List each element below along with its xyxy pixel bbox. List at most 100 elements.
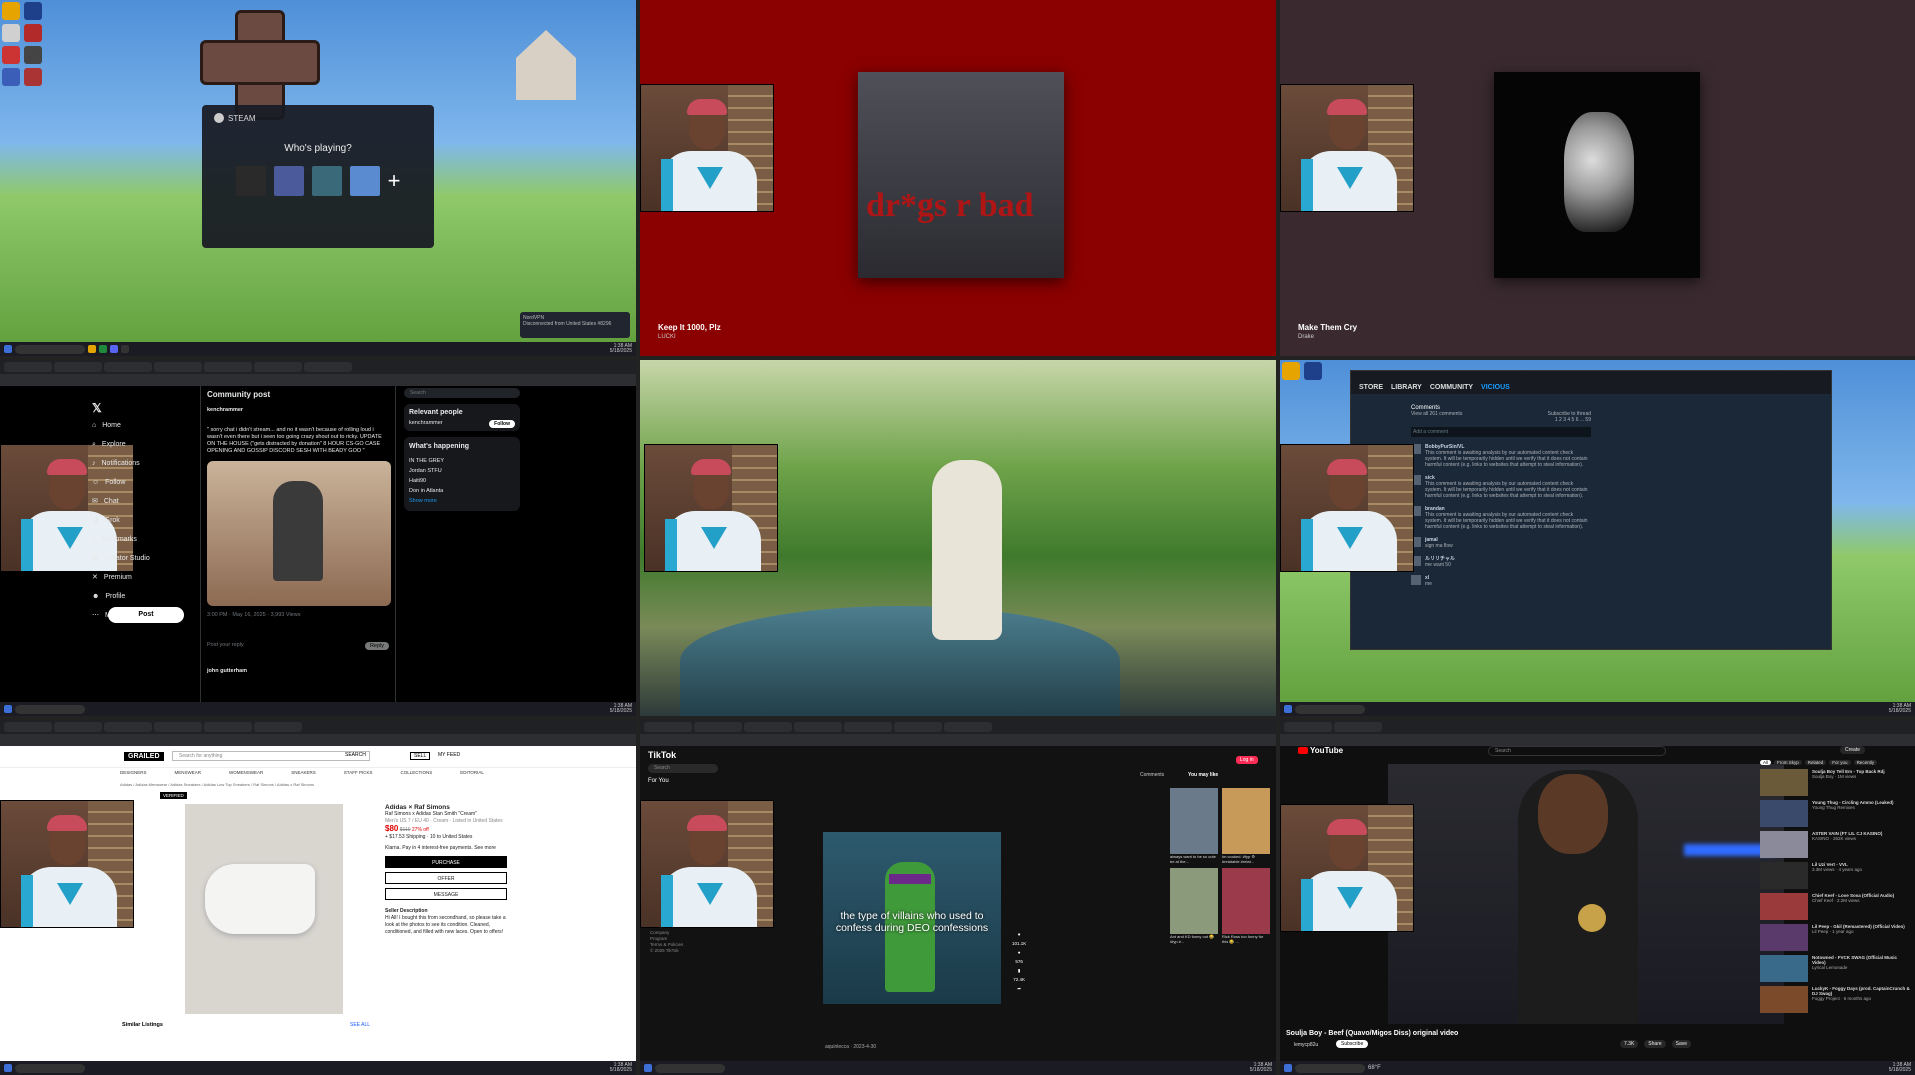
nav-notifications[interactable]: ♪ Notifications bbox=[92, 454, 162, 473]
tiktok-search-input[interactable]: Search bbox=[648, 764, 718, 773]
start-icon[interactable] bbox=[4, 705, 12, 713]
browser-tab[interactable] bbox=[54, 362, 102, 372]
app-icon[interactable] bbox=[99, 345, 107, 353]
recommended-video[interactable]: ASTER VAIN (FT LIL CJ KASINO) KASINO · 26… bbox=[1760, 831, 1910, 858]
for-you-link[interactable]: For You bbox=[648, 778, 669, 784]
video-player[interactable] bbox=[1388, 764, 1784, 1024]
taskbar-search[interactable] bbox=[1295, 1063, 1365, 1073]
recommended-video[interactable]: Soulja Boy Tell Em - Top Back Rdj Soulja … bbox=[1760, 769, 1910, 796]
steam-account-avatar[interactable] bbox=[311, 166, 342, 196]
browser-tab[interactable] bbox=[794, 722, 842, 732]
chip[interactable]: All bbox=[1760, 760, 1772, 765]
vpn-notification[interactable]: NordVPN Disconnected from United States … bbox=[520, 312, 630, 338]
nav-home[interactable]: ⌂ Home bbox=[92, 416, 162, 435]
address-bar[interactable] bbox=[640, 734, 1276, 746]
tab-you-may-like[interactable]: You may like bbox=[1188, 772, 1218, 778]
desktop-shortcut-icon[interactable] bbox=[2, 24, 20, 42]
browser-tab[interactable] bbox=[154, 362, 202, 372]
grailed-logo[interactable]: GRAILED bbox=[124, 752, 164, 761]
chip[interactable]: Recently bbox=[1853, 760, 1878, 765]
listing-photo[interactable] bbox=[185, 804, 343, 1014]
share-icon[interactable]: ➦ bbox=[1012, 984, 1026, 993]
avatar[interactable] bbox=[1411, 575, 1421, 585]
recommended-video[interactable]: Young Thug - Circling Ammo (Leaked) Young… bbox=[1760, 800, 1910, 827]
browser-tab[interactable] bbox=[944, 722, 992, 732]
create-button[interactable]: Create bbox=[1840, 746, 1866, 754]
post-reply-box[interactable]: Post your reply Reply bbox=[207, 642, 389, 650]
browser-tab[interactable] bbox=[4, 362, 52, 372]
channel-name[interactable]: lemycp82u bbox=[1294, 1042, 1318, 1048]
recommended-video[interactable]: Ant and KD funny out 😂 #fyp #... bbox=[1170, 868, 1218, 944]
menu-store[interactable]: STORE bbox=[1359, 384, 1383, 391]
taskbar-clock[interactable]: 1:38 AM 5/18/2025 bbox=[610, 1063, 632, 1073]
trend-item[interactable]: Jordan STFU bbox=[409, 466, 515, 476]
browser-tab[interactable] bbox=[104, 722, 152, 732]
cat-womenswear[interactable]: WOMENSWEAR bbox=[229, 770, 263, 775]
nav-grok[interactable]: ◪ Grok bbox=[92, 511, 162, 530]
post-button[interactable]: Post bbox=[108, 607, 184, 623]
offer-button[interactable]: OFFER bbox=[385, 872, 507, 884]
menu-profile[interactable]: VICIOUS bbox=[1481, 384, 1510, 391]
browser-tab[interactable] bbox=[254, 722, 302, 732]
nav-premium[interactable]: ✕ Premium bbox=[92, 568, 162, 587]
steam-account-avatar[interactable] bbox=[273, 166, 304, 196]
app-icon[interactable] bbox=[88, 345, 96, 353]
taskbar-clock[interactable]: 1:38 AM 5/18/2025 bbox=[610, 344, 632, 354]
my-feed-link[interactable]: MY FEED bbox=[438, 752, 460, 758]
browser-tab[interactable] bbox=[744, 722, 792, 732]
recommended-video[interactable]: always want to be so cute be at the... bbox=[1170, 788, 1218, 864]
menu-library[interactable]: LIBRARY bbox=[1391, 384, 1422, 391]
taskbar-clock[interactable]: 1:38 AM 5/18/2025 bbox=[1889, 1063, 1911, 1073]
sell-button[interactable]: SELL bbox=[410, 752, 431, 760]
listing-designer[interactable]: Adidas × Raf Simons bbox=[385, 804, 515, 811]
add-account-button[interactable]: + bbox=[388, 170, 401, 192]
app-icon[interactable] bbox=[121, 345, 129, 353]
taskbar-search[interactable] bbox=[1295, 704, 1365, 714]
browser-tab[interactable] bbox=[694, 722, 742, 732]
recommended-video[interactable]: Rick Ross too funny for this 😂 ... bbox=[1222, 868, 1270, 944]
x-search-input[interactable]: Search bbox=[404, 388, 520, 398]
recommended-video[interactable]: Notowned - FVCK SWAG (Official Music Vid… bbox=[1760, 955, 1910, 982]
post-image[interactable] bbox=[207, 461, 391, 606]
taskbar-clock[interactable]: 1:38 AM 5/18/2025 bbox=[1250, 1063, 1272, 1073]
nav-profile[interactable]: ☻ Profile bbox=[92, 587, 162, 606]
breadcrumb[interactable]: Adidas / Adidas Menswear / Adidas Sneake… bbox=[120, 782, 314, 787]
show-more-link[interactable]: Show more bbox=[409, 496, 515, 506]
desktop-shortcut-icon[interactable] bbox=[24, 2, 42, 20]
taskbar-search[interactable] bbox=[15, 1063, 85, 1073]
cat-menswear[interactable]: MENSWEAR bbox=[175, 770, 202, 775]
share-button[interactable]: Share bbox=[1644, 1040, 1666, 1048]
chip[interactable]: Related bbox=[1804, 760, 1827, 765]
browser-tab[interactable] bbox=[894, 722, 942, 732]
follow-button[interactable]: Follow bbox=[489, 420, 515, 428]
save-icon[interactable]: ▮ bbox=[1012, 966, 1026, 975]
desktop-shortcut-icon[interactable] bbox=[2, 68, 20, 86]
desktop-shortcut-icon[interactable] bbox=[24, 46, 42, 64]
desktop-shortcut-icon[interactable] bbox=[1282, 362, 1300, 380]
song-artist[interactable]: LUCKI bbox=[658, 334, 721, 340]
recommended-video[interactable]: Lil Uzi Vert - VVL 3.3M views · 4 years a… bbox=[1760, 862, 1910, 889]
subscribe-button[interactable]: Subscribe bbox=[1336, 1040, 1369, 1048]
address-bar[interactable] bbox=[0, 734, 636, 746]
cat-designers[interactable]: DESIGNERS bbox=[120, 770, 147, 775]
tiktok-video[interactable]: the type of villains who used to confess… bbox=[823, 832, 1001, 1004]
chip[interactable]: For you bbox=[1829, 760, 1851, 765]
browser-tab[interactable] bbox=[204, 722, 252, 732]
nav-bookmarks[interactable]: ▯ Bookmarks bbox=[92, 530, 162, 549]
cat-editorial[interactable]: EDITORIAL bbox=[460, 770, 484, 775]
song-artist[interactable]: Drake bbox=[1298, 334, 1357, 340]
recommended-video[interactable]: Chief Keef - Love Sosa (Official Audio) C… bbox=[1760, 893, 1910, 920]
youtube-logo[interactable]: YouTube bbox=[1298, 746, 1343, 755]
recommended-video[interactable]: Im cooked. #fyp ⚙ #relatable #relat... bbox=[1222, 788, 1270, 864]
save-button[interactable]: Save bbox=[1671, 1040, 1692, 1048]
start-icon[interactable] bbox=[4, 1064, 12, 1072]
cat-sneakers[interactable]: SNEAKERS bbox=[291, 770, 316, 775]
reply-input[interactable]: Post your reply bbox=[207, 642, 244, 650]
address-bar[interactable] bbox=[0, 374, 636, 386]
menu-community[interactable]: COMMUNITY bbox=[1430, 384, 1473, 391]
start-icon[interactable] bbox=[1284, 705, 1292, 713]
weather-widget[interactable]: 68°F bbox=[1368, 1065, 1381, 1071]
comment-icon[interactable]: ● bbox=[1012, 948, 1026, 957]
tab-comments[interactable]: Comments bbox=[1140, 772, 1164, 778]
recommended-video[interactable]: LuckyK - Foggy Days (prod. CaptainCrunch… bbox=[1760, 986, 1910, 1013]
